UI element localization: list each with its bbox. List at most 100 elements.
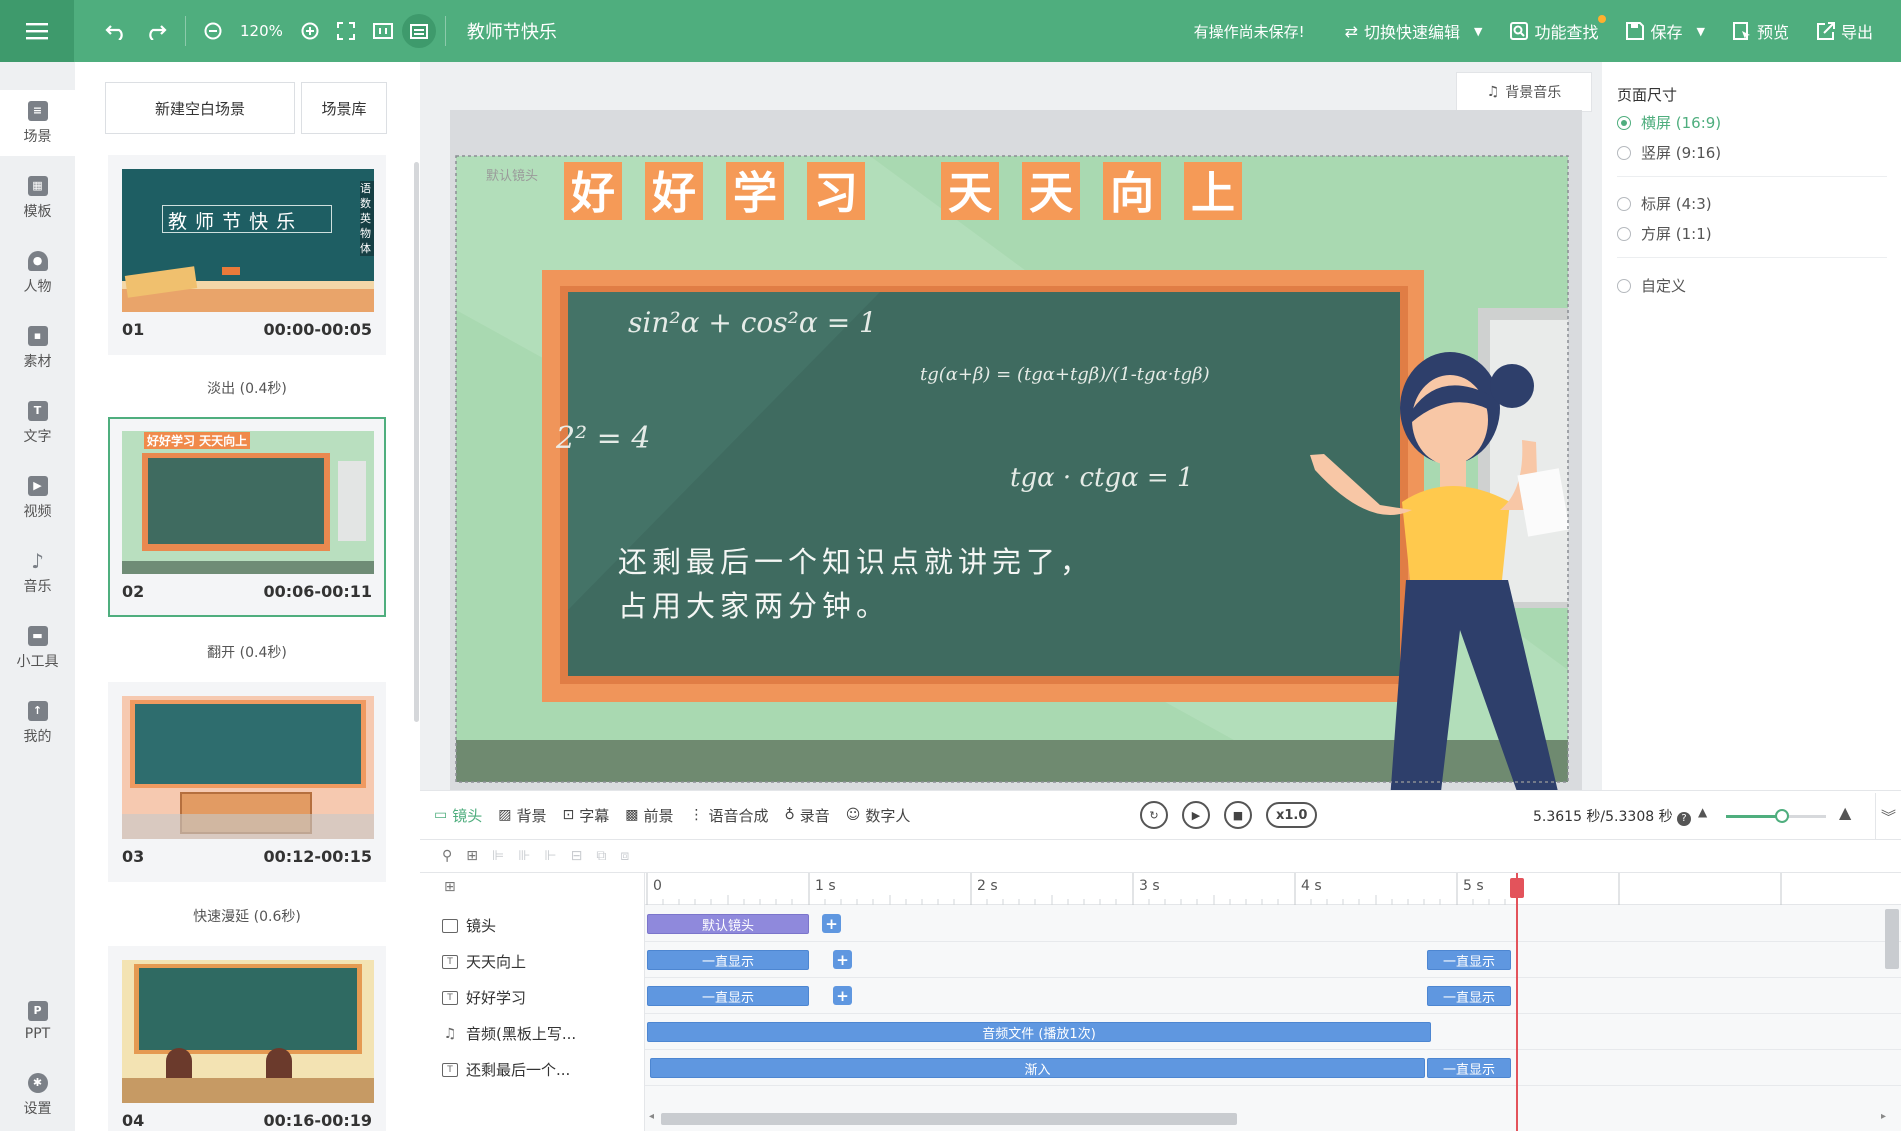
feature-search-button[interactable]: 功能查找 <box>1510 15 1607 43</box>
play-button[interactable]: ▶ <box>1182 801 1210 829</box>
size-option-square[interactable]: 方屏 (1:1) <box>1617 223 1712 244</box>
playhead-handle[interactable] <box>1510 878 1524 898</box>
nav-item-ppt[interactable]: P PPT <box>0 988 75 1054</box>
playhead[interactable] <box>1510 873 1524 1131</box>
layout-icon[interactable]: ⊞ <box>444 879 456 895</box>
scene-card-04[interactable]: 04 00:16-00:19 <box>108 946 386 1131</box>
add-clip-button[interactable]: + <box>833 986 852 1005</box>
playback-speed-button[interactable]: x1.0 <box>1266 802 1318 828</box>
save-button[interactable]: 保存 <box>1626 19 1683 43</box>
zoom-out-mountain-icon[interactable]: ▲ <box>1698 805 1707 819</box>
size-option-landscape[interactable]: 横屏 (16:9) <box>1617 112 1721 133</box>
clip-audio-file[interactable]: 音频文件 (播放1次) <box>647 1022 1431 1042</box>
switch-quick-edit-button[interactable]: ⇄ 切换快速编辑 <box>1345 19 1460 43</box>
nav-item-material[interactable]: ▪ 素材 <box>0 315 75 381</box>
export-button[interactable]: 导出 <box>1816 19 1873 43</box>
preview-button[interactable]: 预览 <box>1732 19 1789 43</box>
zoom-level: 120% <box>240 22 283 40</box>
clip-always-show[interactable]: 一直显示 <box>1427 950 1511 970</box>
distribute-icon[interactable]: ⊟ <box>571 848 583 864</box>
track-label-camera[interactable]: 镜头 <box>442 915 496 936</box>
scene-card-03[interactable]: 03 00:12-00:15 <box>108 682 386 882</box>
track-label-tiantian[interactable]: T 天天向上 <box>442 951 526 972</box>
nav-item-person[interactable]: ● 人物 <box>0 240 75 306</box>
scene-card-01[interactable]: 教 师 节 快 乐 语 数 英 物 体 01 00:00-00:05 <box>108 155 386 355</box>
scene-transition[interactable]: 淡出 (0.4秒) <box>108 378 386 398</box>
zoom-out-button[interactable] <box>195 0 231 62</box>
clip-always-show[interactable]: 一直显示 <box>647 950 809 970</box>
background-music-button[interactable]: ♫ 背景音乐 <box>1456 72 1592 112</box>
align-left-icon[interactable]: ⊫ <box>492 848 504 864</box>
nav-item-scene[interactable]: ≡ 场景 <box>0 90 75 156</box>
stop-button[interactable]: ■ <box>1224 801 1252 829</box>
undo-button[interactable] <box>96 0 136 62</box>
scene-library-button[interactable]: 场景库 <box>301 82 387 134</box>
timeline-zoom-slider[interactable] <box>1726 809 1826 823</box>
scene-transition[interactable]: 快速漫延 (0.6秒) <box>108 906 386 926</box>
scroll-right-icon[interactable]: ▸ <box>1881 1111 1886 1122</box>
fullscreen-button[interactable] <box>328 0 364 62</box>
scene-transition[interactable]: 翻开 (0.4秒) <box>108 642 386 662</box>
track-label-haohao[interactable]: T 好好学习 <box>442 987 526 1008</box>
nav-item-toolbox[interactable]: ▬ 小工具 <box>0 615 75 681</box>
tab-background[interactable]: ▨ 背景 <box>498 805 546 826</box>
scene-card-02[interactable]: 好好学习 天天向上 02 00:06-00:11 <box>108 417 386 617</box>
timeline-horizontal-scrollbar[interactable] <box>661 1113 1237 1125</box>
scroll-left-icon[interactable]: ◂ <box>649 1111 654 1122</box>
align-center-icon[interactable]: ⊪ <box>518 848 530 864</box>
clip-fade-in[interactable]: 渐入 <box>650 1058 1425 1078</box>
zoom-out-icon <box>204 22 222 40</box>
size-option-custom[interactable]: 自定义 <box>1617 275 1686 296</box>
bring-forward-icon[interactable]: ⧉ <box>596 848 606 864</box>
editing-stage[interactable]: sin²α + cos²α = 1 tg(α+β) = (tgα+tgβ)/(1… <box>450 110 1582 800</box>
filter-icon[interactable]: ⚲ <box>442 848 452 864</box>
switch-quick-edit-label: 切换快速编辑 <box>1363 23 1460 42</box>
track-label-subtitle[interactable]: T 还剩最后一个... <box>442 1059 570 1080</box>
new-blank-scene-button[interactable]: 新建空白场景 <box>105 82 295 134</box>
size-option-standard[interactable]: 标屏 (4:3) <box>1617 193 1712 214</box>
zoom-slider-knob[interactable] <box>1775 809 1789 823</box>
clip-always-show[interactable]: 一直显示 <box>647 986 809 1006</box>
add-clip-button[interactable]: + <box>833 950 852 969</box>
safe-frame-button[interactable] <box>401 14 436 48</box>
tab-voice-synthesis[interactable]: ⋮ 语音合成 <box>690 805 769 826</box>
nav-item-music[interactable]: ♪ 音乐 <box>0 540 75 606</box>
clip-always-show[interactable]: 一直显示 <box>1427 1058 1511 1078</box>
hamburger-menu-button[interactable] <box>0 0 74 62</box>
align-right-icon[interactable]: ⊩ <box>544 848 556 864</box>
preview-icon <box>1732 22 1750 40</box>
timeline-vertical-scrollbar[interactable] <box>1885 909 1899 969</box>
zoom-in-mountain-icon[interactable]: ▲ <box>1839 803 1851 822</box>
tab-camera[interactable]: ▭ 镜头 <box>434 805 482 826</box>
quick-edit-dropdown-icon[interactable]: ▼ <box>1474 25 1482 38</box>
nav-item-template[interactable]: ▦ 模板 <box>0 165 75 231</box>
save-dropdown-icon[interactable]: ▼ <box>1697 25 1705 38</box>
clip-default-camera[interactable]: 默认镜头 <box>647 914 809 934</box>
document-title[interactable]: 教师节快乐 <box>467 18 557 44</box>
track-label-audio[interactable]: ♫ 音频(黑板上写... <box>442 1023 576 1044</box>
nav-item-settings[interactable]: ✱ 设置 <box>0 1062 75 1128</box>
tab-foreground[interactable]: ▩ 前景 <box>625 805 673 826</box>
clip-always-show[interactable]: 一直显示 <box>1427 986 1511 1006</box>
tab-digital-human[interactable]: ☺ 数字人 <box>846 805 911 826</box>
scene-panel-scrollbar[interactable] <box>414 162 419 722</box>
actual-size-button[interactable] <box>364 0 402 62</box>
help-icon[interactable]: ? <box>1677 811 1692 826</box>
tab-recording[interactable]: ♁ 录音 <box>785 805 830 826</box>
nav-label: 场景 <box>23 128 52 145</box>
group-icon[interactable]: ⊞ <box>466 848 478 864</box>
add-camera-clip-button[interactable]: + <box>822 914 841 933</box>
size-option-portrait[interactable]: 竖屏 (9:16) <box>1617 142 1721 163</box>
upload-icon: ↑ <box>27 700 48 721</box>
nav-item-text[interactable]: T 文字 <box>0 390 75 456</box>
track-label-text: 还剩最后一个... <box>466 1061 571 1079</box>
collapse-timeline-icon[interactable]: ︾ <box>1875 793 1901 839</box>
replay-button[interactable]: ↻ <box>1140 801 1168 829</box>
tab-subtitle[interactable]: ⊡ 字幕 <box>563 805 610 826</box>
nav-item-video[interactable]: ▶ 视频 <box>0 465 75 531</box>
send-backward-icon[interactable]: ⧈ <box>620 848 629 864</box>
timeline-ruler[interactable]: 0 1 s 2 s 3 s 4 s 5 s <box>645 873 1901 905</box>
redo-button[interactable] <box>136 0 176 62</box>
zoom-in-button[interactable] <box>292 0 328 62</box>
nav-item-mine[interactable]: ↑ 我的 <box>0 690 75 756</box>
